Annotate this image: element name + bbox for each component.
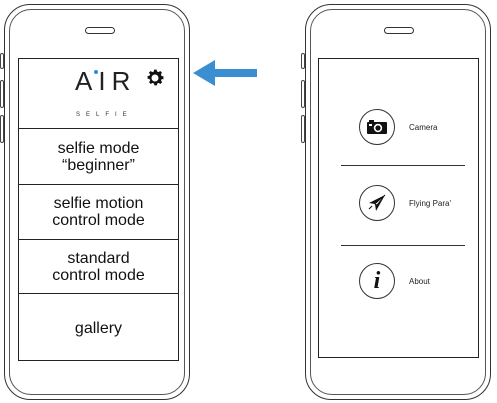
- left-phone-mockup: AIR SELFIE selfie mode “beginner” selfie…: [0, 4, 190, 400]
- divider: [341, 165, 465, 166]
- paper-plane-icon: [359, 185, 395, 221]
- phone-side-button: [0, 115, 4, 143]
- menu-label: selfie motion control mode: [52, 195, 145, 229]
- settings-item-label: About: [409, 277, 430, 286]
- phone-speaker: [384, 27, 414, 34]
- phone-side-button: [301, 80, 305, 108]
- menu-selfie-mode-beginner[interactable]: selfie mode “beginner”: [19, 129, 178, 185]
- phone-speaker: [85, 27, 115, 34]
- settings-item-flying-para[interactable]: Flying Para': [319, 175, 478, 235]
- camera-icon: [359, 109, 395, 145]
- gear-icon[interactable]: [144, 67, 166, 89]
- logo-dot: [94, 70, 98, 74]
- right-phone-mockup: Camera Flying Para' i About: [301, 4, 491, 400]
- menu-label: selfie mode “beginner”: [57, 139, 140, 174]
- app-logo-text: AIR: [75, 66, 137, 96]
- menu-standard-control[interactable]: standard control mode: [19, 240, 178, 294]
- main-menu-screen: AIR SELFIE selfie mode “beginner” selfie…: [18, 58, 179, 361]
- settings-item-label: Camera: [409, 123, 438, 132]
- app-logo-subtitle: SELFIE: [76, 112, 133, 118]
- menu-selfie-motion-control[interactable]: selfie motion control mode: [19, 185, 178, 240]
- pointer-arrow-icon: [193, 60, 257, 86]
- settings-item-camera[interactable]: Camera: [319, 99, 478, 159]
- phone-side-button: [0, 53, 4, 69]
- menu-label: standard control mode: [52, 249, 145, 284]
- phone-side-button: [0, 80, 4, 108]
- menu-gallery[interactable]: gallery: [19, 294, 178, 362]
- settings-menu-screen: Camera Flying Para' i About: [318, 58, 479, 358]
- divider: [341, 245, 465, 246]
- settings-item-about[interactable]: i About: [319, 253, 478, 313]
- phone-side-button: [301, 115, 305, 143]
- settings-item-label: Flying Para': [409, 199, 451, 208]
- logo-header: AIR SELFIE: [19, 59, 178, 129]
- phone-side-button: [301, 53, 305, 69]
- menu-label: gallery: [74, 319, 123, 337]
- info-icon: i: [359, 263, 395, 299]
